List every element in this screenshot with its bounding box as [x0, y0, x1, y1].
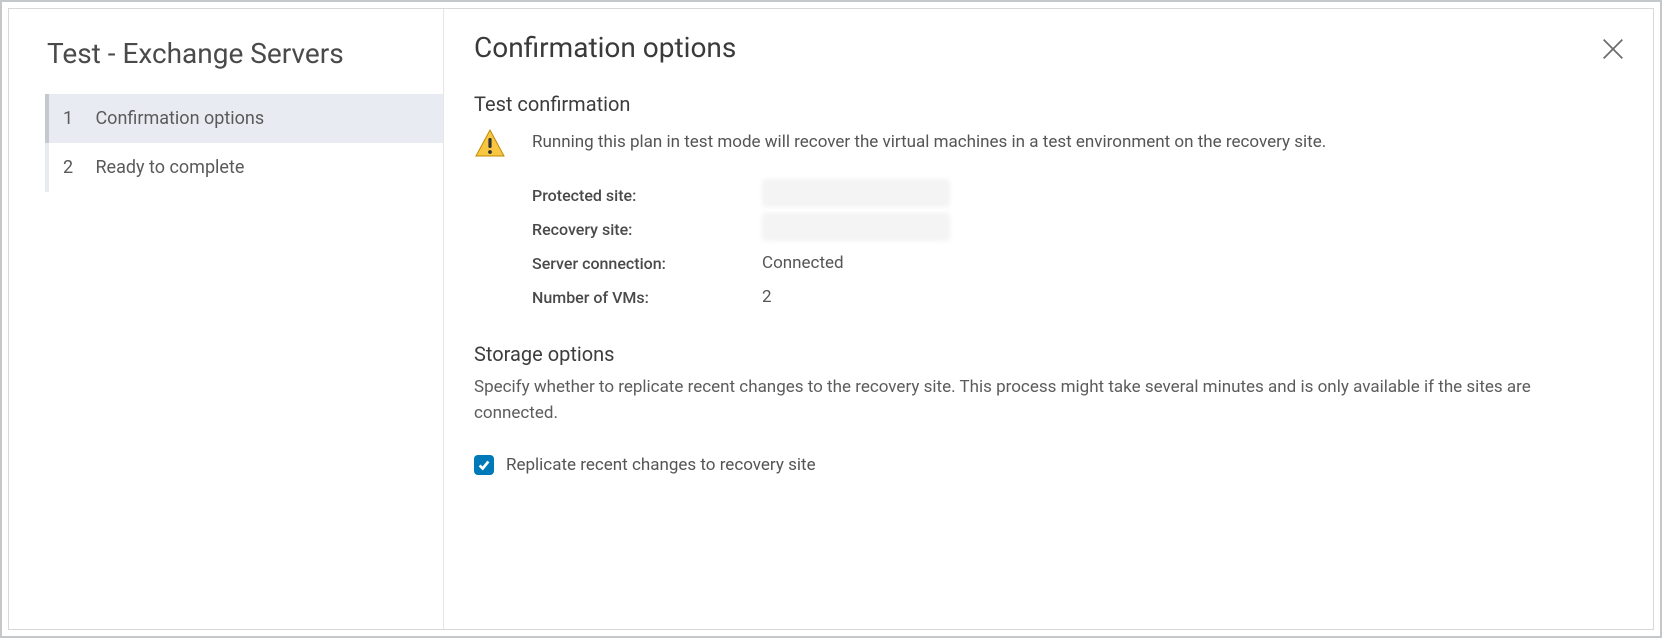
wizard-step-list: 1 Confirmation options 2 Ready to comple…	[45, 94, 443, 192]
wizard-step-confirmation-options[interactable]: 1 Confirmation options	[45, 94, 443, 143]
protected-site-value	[762, 179, 950, 212]
close-icon	[1599, 35, 1627, 63]
detail-row-number-of-vms: Number of VMs: 2	[532, 280, 1623, 314]
server-connection-value: Connected	[762, 253, 844, 273]
warning-text: Running this plan in test mode will reco…	[532, 128, 1326, 155]
replicate-checkbox[interactable]	[474, 455, 494, 475]
details-table: Protected site: Recovery site: Server co…	[532, 178, 1623, 314]
storage-options-heading: Storage options	[474, 342, 1623, 366]
close-button[interactable]	[1599, 35, 1627, 63]
redacted-value	[762, 213, 950, 241]
recovery-site-label: Recovery site:	[532, 220, 762, 239]
detail-row-server-connection: Server connection: Connected	[532, 246, 1623, 280]
number-of-vms-label: Number of VMs:	[532, 288, 762, 307]
number-of-vms-value: 2	[762, 287, 772, 307]
replicate-checkbox-label: Replicate recent changes to recovery sit…	[506, 455, 816, 475]
step-label: Confirmation options	[95, 108, 264, 129]
replicate-checkbox-row: Replicate recent changes to recovery sit…	[474, 455, 1623, 475]
wizard-main-panel: Confirmation options Test confirmation R…	[444, 9, 1653, 629]
redacted-value	[762, 179, 950, 207]
step-number: 2	[63, 157, 81, 178]
wizard-sidebar: Test - Exchange Servers 1 Confirmation o…	[9, 9, 444, 629]
storage-options-description: Specify whether to replicate recent chan…	[474, 374, 1534, 427]
recovery-site-value	[762, 213, 950, 246]
checkmark-icon	[477, 458, 491, 472]
detail-row-recovery-site: Recovery site:	[532, 212, 1623, 246]
protected-site-label: Protected site:	[532, 186, 762, 205]
test-confirmation-heading: Test confirmation	[474, 92, 1623, 116]
page-title: Confirmation options	[474, 31, 1623, 64]
wizard-step-ready-to-complete[interactable]: 2 Ready to complete	[49, 143, 443, 192]
warning-icon	[474, 128, 506, 160]
wizard-dialog: Test - Exchange Servers 1 Confirmation o…	[0, 0, 1662, 638]
step-number: 1	[63, 108, 81, 129]
server-connection-label: Server connection:	[532, 254, 762, 273]
storage-options-section: Storage options Specify whether to repli…	[474, 342, 1623, 475]
warning-row: Running this plan in test mode will reco…	[474, 128, 1623, 160]
dialog-inner: Test - Exchange Servers 1 Confirmation o…	[8, 8, 1654, 630]
wizard-title: Test - Exchange Servers	[9, 27, 443, 94]
detail-row-protected-site: Protected site:	[532, 178, 1623, 212]
step-label: Ready to complete	[95, 157, 244, 178]
